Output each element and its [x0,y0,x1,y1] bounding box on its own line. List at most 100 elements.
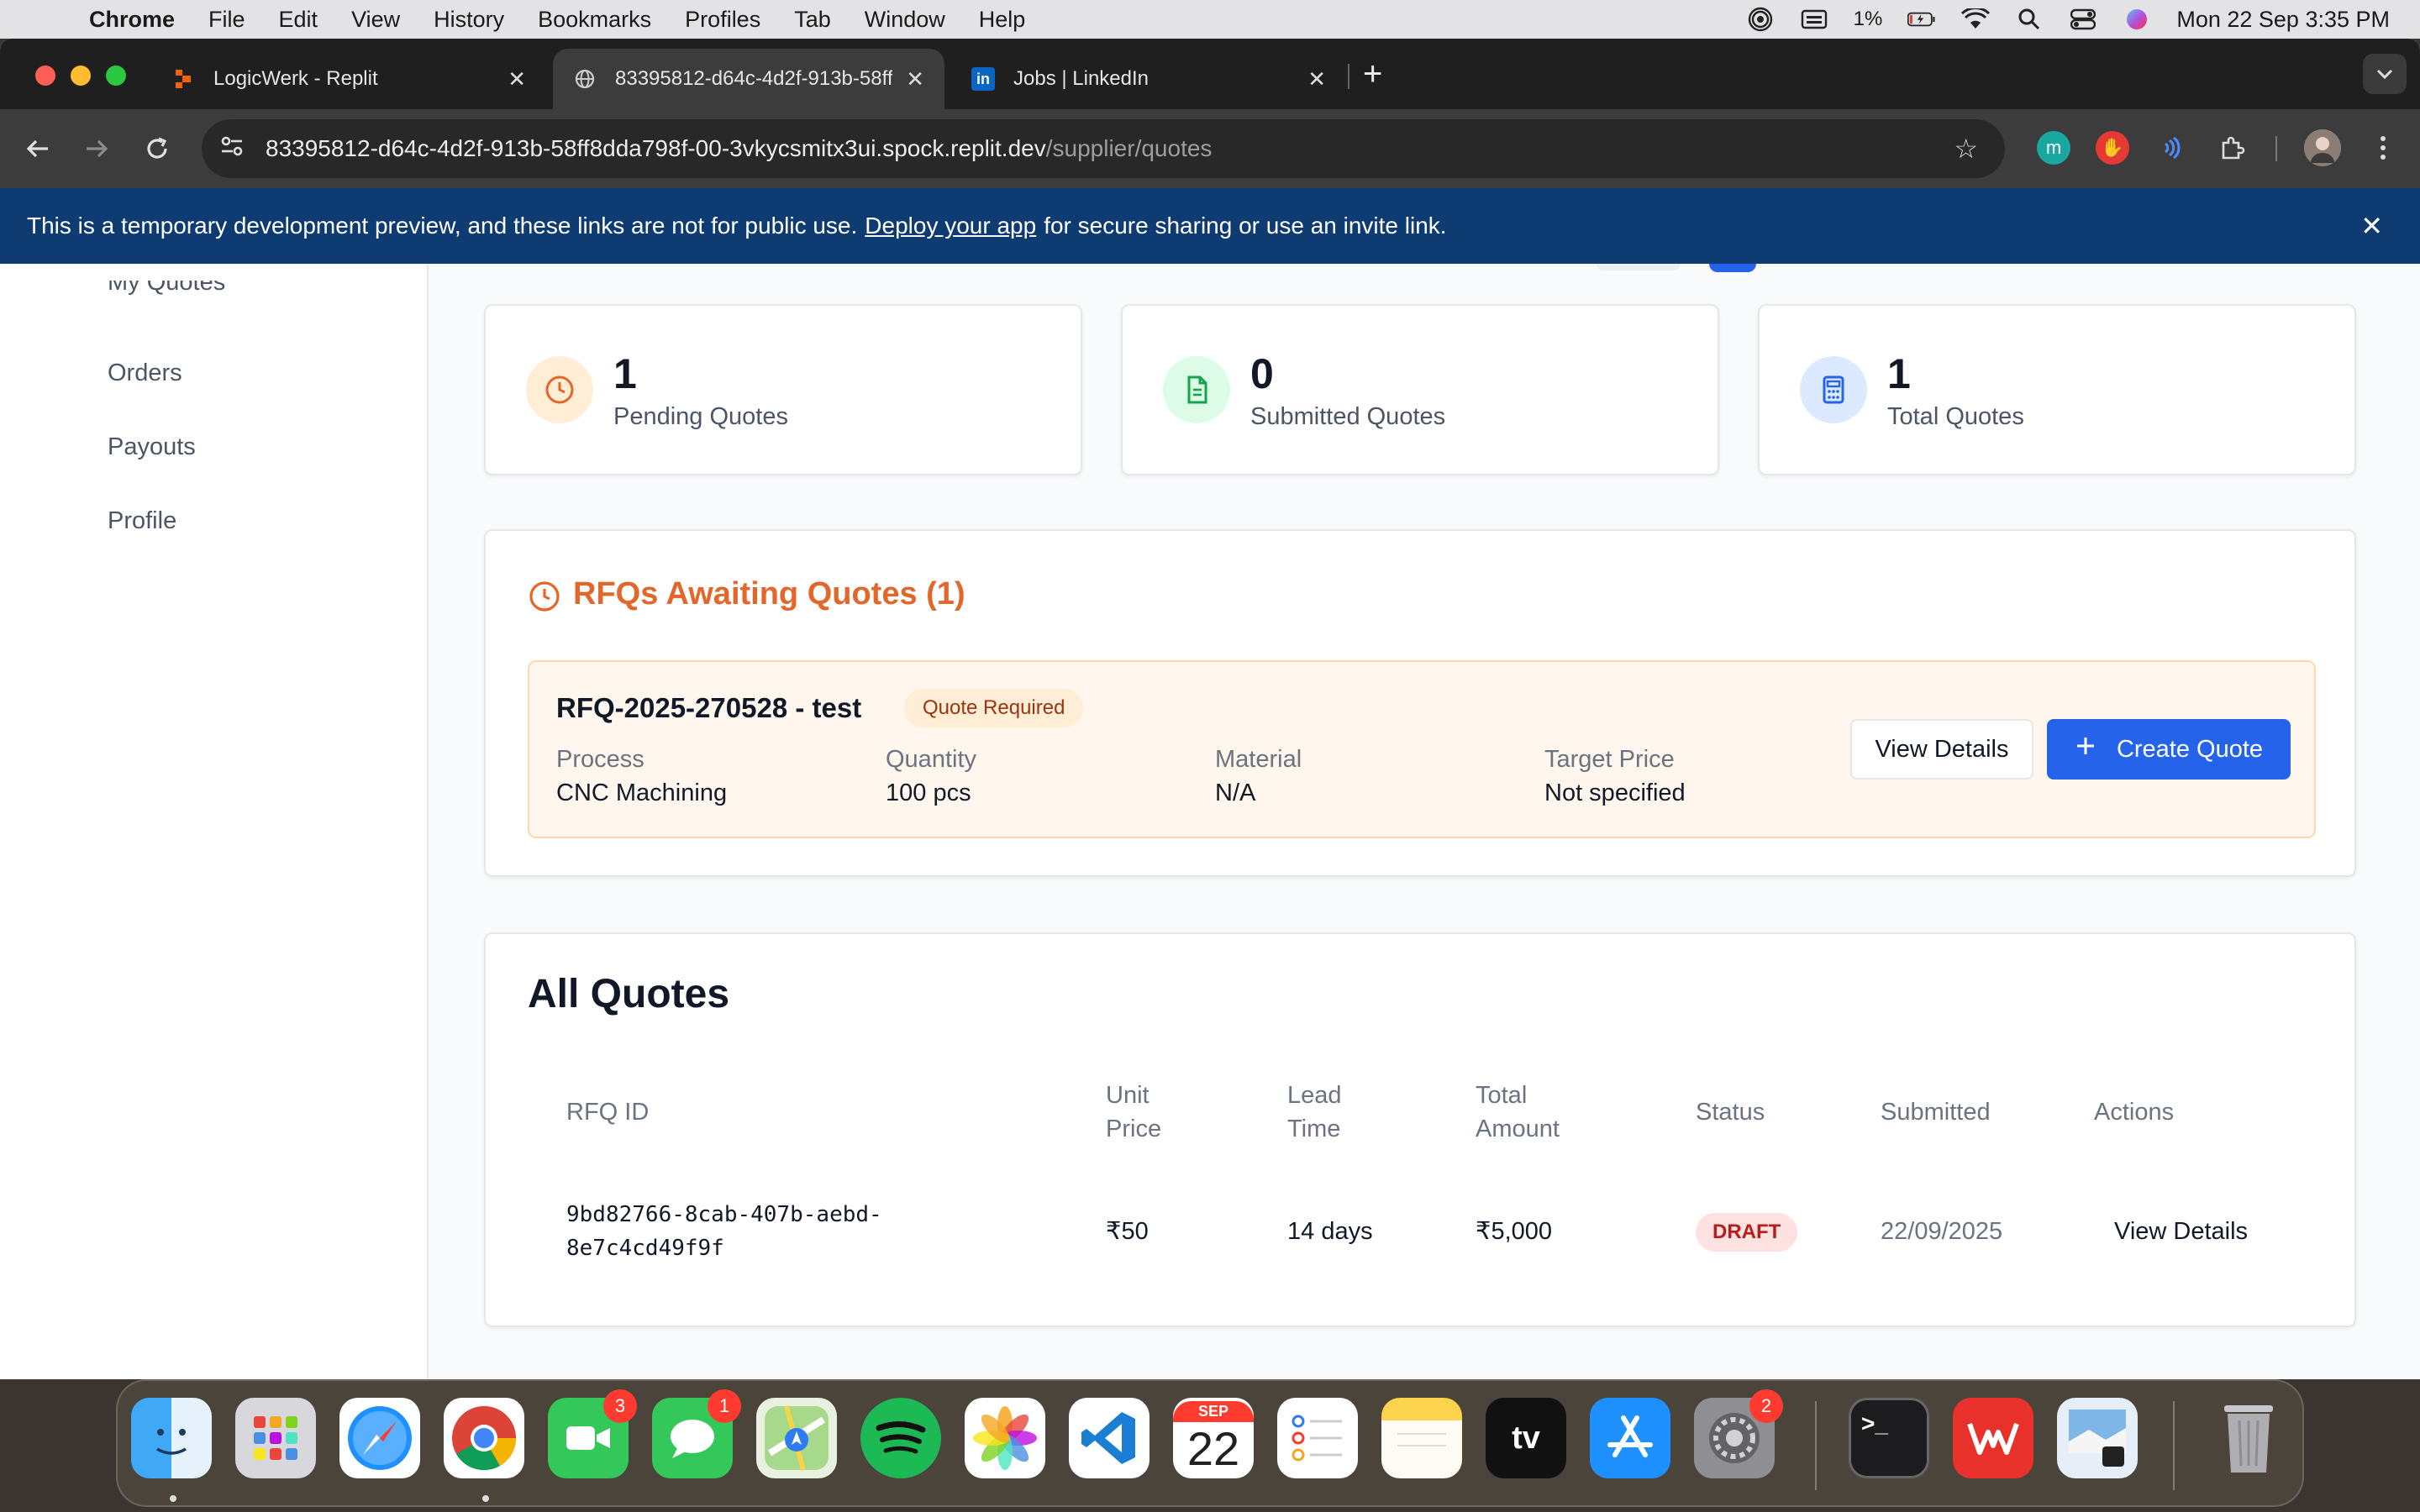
extension-audio-icon[interactable] [2154,131,2188,165]
create-quote-label: Create Quote [2116,735,2264,763]
stat-value: 1 [1887,350,1911,397]
sidebar-item-my-quotes[interactable]: My Quotes [108,281,225,297]
sidebar-item-payouts[interactable]: Payouts [108,433,196,461]
chrome-menu-kebab-icon[interactable] [2366,131,2400,165]
dock-preview-icon[interactable] [2057,1398,2138,1478]
close-window-button[interactable] [35,66,55,86]
column-header-rfq-id[interactable]: RFQ ID [566,1095,649,1129]
close-tab-icon[interactable]: ✕ [1307,66,1326,92]
dock-facetime-icon[interactable]: 3 [548,1389,637,1478]
quote-required-badge: Quote Required [904,689,1084,727]
menubar-clock[interactable]: Mon 22 Sep 3:35 PM [2176,7,2390,33]
deploy-app-link[interactable]: Deploy your app [865,213,1036,239]
rfq-id-line: 9bd82766-8cab-407b-aebd- [566,1202,882,1227]
control-center-icon[interactable] [2069,8,2097,30]
address-bar[interactable]: 83395812-d64c-4d2f-913b-58ff8dda798f-00-… [202,119,2005,178]
banner-text-after: for secure sharing or use an invite link… [1044,213,1447,239]
back-arrow-icon[interactable] [18,129,57,168]
dock-app-store-icon[interactable] [1590,1398,1670,1478]
dock-notes-icon[interactable] [1381,1398,1462,1478]
tab-strip: LogicWerk - Replit ✕ 83395812-d64c-4d2f-… [0,39,2420,109]
section-title-awaiting: RFQs Awaiting Quotes (1) [573,576,965,612]
all-quotes-card: All Quotes RFQ ID Unit Price Lead Time T… [484,932,2356,1327]
cell-rfq-id: 9bd82766-8cab-407b-aebd- 8e7c4cd49f9f [566,1198,882,1265]
bookmark-star-icon[interactable]: ☆ [1954,133,1978,165]
dock-wps-office-icon[interactable] [1953,1398,2033,1478]
row-view-details-button[interactable]: View Details [2114,1215,2248,1248]
column-header-lead-time[interactable]: Lead Time [1287,1079,1342,1146]
dock-trash-icon[interactable] [2208,1398,2289,1478]
siri-icon[interactable] [2123,8,2151,30]
close-tab-icon[interactable]: ✕ [508,66,526,92]
url-path: /supplier/quotes [1045,135,1213,161]
tab-linkedin-jobs[interactable]: in Jobs | LinkedIn ✕ [951,49,1346,109]
extension-m-icon[interactable]: m [2037,131,2070,165]
view-details-button[interactable]: View Details [1850,719,2033,780]
cell-lead-time: 14 days [1287,1218,1373,1245]
wifi-icon[interactable] [1961,8,1991,30]
column-header-unit-price[interactable]: Unit Price [1106,1079,1161,1146]
menu-file[interactable]: File [208,7,245,33]
extension-hand-icon[interactable]: ✋ [2096,131,2129,165]
rfq-title: RFQ-2025-270528 - test [556,692,862,723]
dock-photos-icon[interactable] [965,1398,1045,1478]
dock-maps-icon[interactable] [756,1398,837,1478]
reload-icon[interactable] [138,129,176,168]
zoom-window-button[interactable] [106,66,126,86]
menu-view[interactable]: View [351,7,400,33]
menu-edit[interactable]: Edit [279,7,318,33]
tab-logicwerk-replit[interactable]: LogicWerk - Replit ✕ [151,49,546,109]
column-header-submitted[interactable]: Submitted [1881,1095,1991,1129]
plus-icon [2075,735,2096,764]
dock-messages-icon[interactable]: 1 [652,1389,741,1478]
close-tab-icon[interactable]: ✕ [906,66,924,92]
notification-badge: 2 [1749,1389,1783,1423]
url-host: 83395812-d64c-4d2f-913b-58ff8dda798f-00-… [266,135,1046,161]
keyboard-icon[interactable] [1800,8,1828,30]
extension-label: m [2045,137,2062,158]
dock-system-settings-icon[interactable]: 2 [1694,1389,1783,1478]
menu-tab[interactable]: Tab [794,7,831,33]
tab-title: LogicWerk - Replit [213,67,378,90]
window-controls [35,66,126,86]
new-tab-plus-icon[interactable]: + [1363,55,1382,93]
tab-replit-preview[interactable]: 83395812-d64c-4d2f-913b-58ff8dda798f-00-… [553,49,944,109]
battery-percentage: 1% [1853,8,1883,30]
header-button-remnant [1597,264,1681,270]
dock-terminal-icon[interactable]: >_ [1849,1398,1929,1478]
spotlight-search-icon[interactable] [2015,8,2044,30]
dock-reminders-icon[interactable] [1277,1398,1358,1478]
dock-finder-icon[interactable] [131,1398,212,1478]
column-header-total-amount[interactable]: Total Amount [1476,1079,1560,1146]
create-quote-button[interactable]: Create Quote [2047,719,2291,780]
battery-icon[interactable] [1907,8,1936,30]
dock-chrome-icon[interactable] [444,1398,524,1478]
sidebar-item-orders[interactable]: Orders [108,360,182,387]
close-banner-icon[interactable]: ✕ [2360,210,2383,242]
extensions-puzzle-icon[interactable] [2215,131,2249,165]
site-info-icon[interactable] [220,135,244,163]
dock-safari-icon[interactable] [339,1398,420,1478]
menu-help[interactable]: Help [979,7,1026,33]
airdrop-icon[interactable] [1746,7,1775,32]
profile-avatar[interactable] [2304,129,2341,166]
dock-tv-icon[interactable]: tv [1486,1398,1566,1478]
menu-history[interactable]: History [434,7,504,33]
notification-badge: 3 [603,1389,637,1423]
header-line: Amount [1476,1116,1560,1142]
field-label-target-price: Target Price [1544,746,1675,773]
menu-bookmarks[interactable]: Bookmarks [538,7,651,33]
menu-window[interactable]: Window [865,7,945,33]
column-header-status[interactable]: Status [1696,1095,1765,1129]
dock-launchpad-icon[interactable] [235,1398,316,1478]
dock-calendar-icon[interactable]: SEP 22 [1173,1398,1254,1478]
dock-vscode-icon[interactable] [1069,1398,1150,1478]
tab-search-chevron-down-icon[interactable] [2363,54,2407,94]
minimize-window-button[interactable] [71,66,91,86]
menu-profiles[interactable]: Profiles [685,7,760,33]
dock-spotify-icon[interactable] [860,1398,941,1478]
sidebar-item-profile[interactable]: Profile [108,507,176,535]
forward-arrow-icon[interactable] [77,129,116,168]
menu-app-chrome[interactable]: Chrome [89,7,175,33]
running-indicator [482,1495,489,1502]
